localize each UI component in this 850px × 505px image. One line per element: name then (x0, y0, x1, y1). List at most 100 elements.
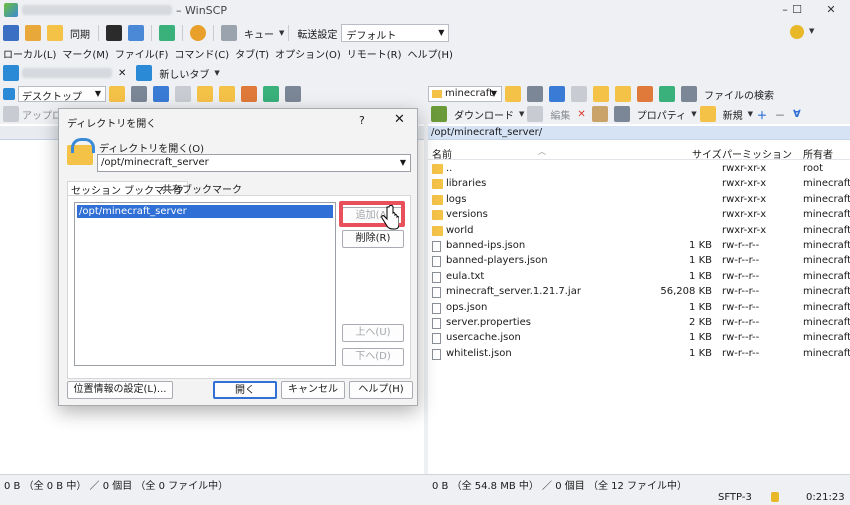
file-row[interactable]: libraries rwxr-xr-x minecraft (428, 177, 850, 192)
menu-file[interactable]: ファイル(F) (112, 46, 172, 61)
dialog-help-button[interactable]: ? (359, 114, 365, 127)
file-row[interactable]: server.properties 2 KB rw-r--r-- minecraft (428, 316, 850, 331)
help-button[interactable]: ヘルプ(H) (349, 381, 413, 399)
root-folder-icon[interactable] (615, 86, 631, 102)
chevron-down-icon[interactable]: ▼ (279, 29, 284, 37)
sync-folders-icon[interactable] (47, 25, 63, 41)
local-drive-select[interactable]: デスクトップ ▼ (18, 86, 106, 103)
open-folder-icon[interactable] (505, 86, 521, 102)
chevron-down-icon[interactable]: ▼ (214, 69, 219, 77)
properties-icon[interactable] (613, 106, 630, 122)
menu-local[interactable]: ローカル(L) (0, 46, 59, 61)
filter-select-icon[interactable]: ∀ (793, 109, 801, 120)
filter-icon[interactable] (131, 86, 147, 102)
file-row[interactable]: logs rwxr-xr-x minecraft (428, 193, 850, 208)
download-button[interactable]: ダウンロード (454, 107, 514, 122)
open-folder-icon[interactable] (109, 86, 125, 102)
close-tab-icon[interactable]: ✕ (118, 68, 126, 79)
file-row[interactable]: world rwxr-xr-x minecraft (428, 224, 850, 239)
remote-path-bar[interactable]: /opt/minecraft_server/ (428, 126, 850, 140)
delete-icon[interactable]: ✕ (577, 109, 585, 120)
transfer-settings-select[interactable]: デフォルト ▼ (341, 24, 450, 42)
forward-arrow-icon[interactable] (175, 86, 191, 102)
new-button[interactable]: 新規 (723, 107, 743, 122)
file-row[interactable]: minecraft_server.1.21.7.jar 56,208 KB rw-r… (428, 285, 850, 300)
sync-button[interactable]: 同期 (70, 26, 90, 41)
filter-icon[interactable] (527, 86, 543, 102)
chevron-down-icon[interactable]: ▼ (809, 27, 814, 35)
chevron-down-icon[interactable]: ▼ (691, 110, 696, 118)
file-row[interactable]: ops.json 1 KB rw-r--r-- minecraft (428, 301, 850, 316)
rename-icon[interactable] (591, 106, 608, 122)
parent-folder-icon[interactable] (197, 86, 213, 102)
console-icon[interactable] (106, 25, 122, 41)
deselect-minus-icon[interactable]: － (775, 107, 785, 122)
find-files-icon[interactable] (681, 86, 697, 102)
new-tab-button[interactable]: 新しいタブ (159, 66, 209, 81)
column-owner[interactable]: 所有者 (803, 146, 833, 161)
queue-button[interactable]: キュー (244, 26, 274, 41)
update-globe-icon[interactable] (790, 25, 804, 39)
file-name: versions (446, 209, 488, 221)
close-window-button[interactable]: ✕ (816, 2, 846, 18)
queue-icon[interactable] (221, 25, 237, 41)
upload-icon[interactable] (3, 106, 19, 122)
view-mode-icon[interactable] (285, 86, 301, 102)
forward-arrow-icon[interactable] (571, 86, 587, 102)
edit-button[interactable]: 編集 (550, 107, 570, 122)
synchronize-browse-icon[interactable] (25, 25, 41, 41)
edit-icon[interactable] (527, 106, 544, 122)
chevron-down-icon[interactable]: ▼ (400, 158, 406, 167)
open-button[interactable]: 開く (213, 381, 277, 399)
download-icon[interactable] (431, 106, 447, 122)
new-icon[interactable] (699, 106, 716, 122)
upload-button[interactable]: アップロ (22, 107, 62, 122)
chevron-down-icon[interactable]: ▼ (748, 110, 753, 118)
move-up-button[interactable]: 上へ(U) (342, 324, 404, 342)
menu-help[interactable]: ヘルプ(H) (405, 46, 456, 61)
file-name: logs (446, 193, 467, 205)
menu-remote[interactable]: リモート(R) (344, 46, 405, 61)
tab-shared-bookmarks[interactable]: 共有ブックマーク (159, 181, 245, 196)
maximize-button[interactable]: ☐ (782, 2, 812, 18)
remote-folder-select[interactable]: minecraft ▼ (428, 86, 502, 102)
location-profile-button[interactable]: 位置情報の設定(L)... (67, 381, 173, 399)
home-icon[interactable] (241, 86, 257, 102)
file-row[interactable]: usercache.json 1 KB rw-r--r-- minecraft (428, 331, 850, 346)
menu-command[interactable]: コマンド(C) (171, 46, 232, 61)
putty-icon[interactable] (128, 25, 144, 41)
root-folder-icon[interactable] (219, 86, 235, 102)
menu-options[interactable]: オプション(O) (272, 46, 344, 61)
file-row[interactable]: banned-players.json 1 KB rw-r--r-- minecraf… (428, 254, 850, 269)
back-arrow-icon[interactable] (153, 86, 169, 102)
column-permissions[interactable]: パーミッション (722, 146, 792, 161)
preferences-gear-icon[interactable] (190, 25, 206, 41)
home-icon[interactable] (637, 86, 653, 102)
parent-folder-icon[interactable] (593, 86, 609, 102)
cancel-button[interactable]: キャンセル (281, 381, 345, 399)
find-files-button[interactable]: ファイルの検索 (704, 87, 774, 102)
menu-tab[interactable]: タブ(T) (232, 46, 272, 61)
blurred-session-tab[interactable] (22, 68, 112, 78)
refresh-icon[interactable] (159, 25, 175, 41)
back-arrow-icon[interactable] (549, 86, 565, 102)
file-row[interactable]: eula.txt 1 KB rw-r--r-- minecraft (428, 270, 850, 285)
file-row[interactable]: .. rwxr-xr-x root (428, 162, 850, 177)
directory-path-input[interactable]: /opt/minecraft_server ▼ (97, 154, 411, 172)
column-size[interactable]: サイズ (692, 146, 722, 161)
dialog-close-button[interactable]: ✕ (394, 112, 405, 127)
refresh-icon[interactable] (263, 86, 279, 102)
bookmark-item[interactable]: /opt/minecraft_server (77, 205, 333, 218)
properties-button[interactable]: プロパティ (637, 107, 686, 122)
file-row[interactable]: banned-ips.json 1 KB rw-r--r-- minecraft (428, 239, 850, 254)
refresh-icon[interactable] (659, 86, 675, 102)
file-row[interactable]: versions rwxr-xr-x minecraft (428, 208, 850, 223)
compare-directories-icon[interactable] (3, 25, 19, 41)
menu-mark[interactable]: マーク(M) (59, 46, 111, 61)
bookmark-list[interactable]: /opt/minecraft_server (74, 202, 336, 366)
select-plus-icon[interactable]: ＋ (757, 107, 767, 122)
column-name[interactable]: 名前 (432, 146, 452, 161)
file-row[interactable]: whitelist.json 1 KB rw-r--r-- minecraft (428, 347, 850, 362)
chevron-down-icon[interactable]: ▼ (519, 110, 524, 118)
move-down-button[interactable]: 下へ(D) (342, 348, 404, 366)
